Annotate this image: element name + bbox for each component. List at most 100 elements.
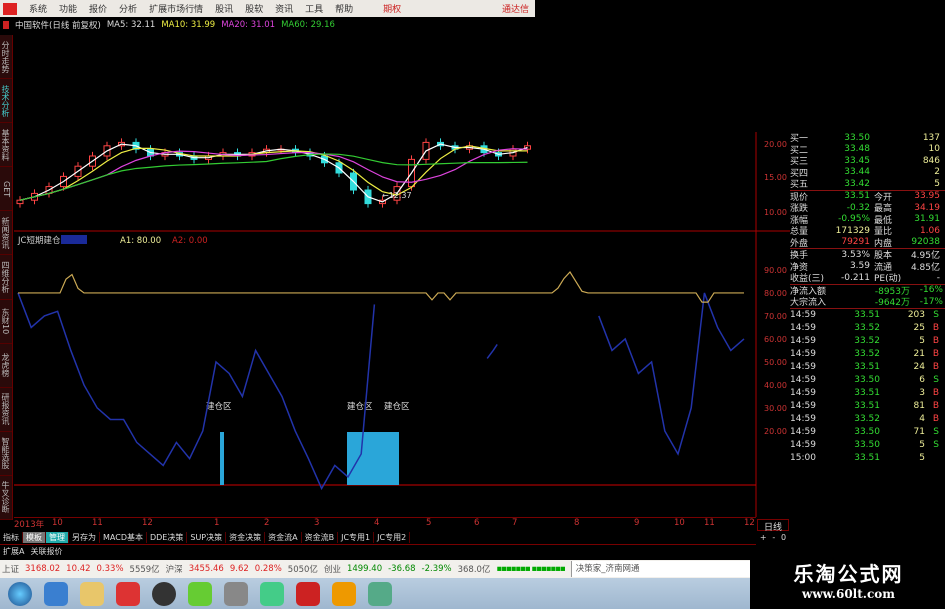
folder-icon[interactable] bbox=[80, 581, 104, 606]
news-ticker[interactable]: 决策家_济南网通 bbox=[570, 561, 750, 577]
tdx-icon[interactable] bbox=[296, 581, 320, 606]
sh-amount: 5559亿 bbox=[129, 565, 160, 575]
start-button-icon[interactable] bbox=[8, 581, 32, 606]
tick-side: B bbox=[932, 388, 939, 398]
app-icon-2[interactable] bbox=[368, 581, 392, 606]
tab-dongcai[interactable]: 东财10 bbox=[0, 300, 12, 344]
tab-technical[interactable]: 技术分析 bbox=[0, 79, 12, 124]
stat-row: 收益(三) -0.211 PE(动) - bbox=[790, 272, 945, 285]
zoom-in-button[interactable]: + bbox=[760, 533, 767, 545]
app-green-icon[interactable] bbox=[188, 581, 212, 606]
menu-info[interactable]: 资讯 bbox=[269, 2, 299, 15]
market-breadth-indicator: ▪▪▪▪▪▪▪ ▪▪▪▪▪▪▪ bbox=[496, 564, 565, 574]
tick-price: 33.52 bbox=[854, 336, 880, 346]
tab-diagnosis[interactable]: 牛叉诊断 bbox=[0, 476, 12, 521]
tab-news[interactable]: 新闻资讯 bbox=[0, 211, 12, 256]
indicator-tick: 20.00 bbox=[764, 427, 787, 436]
tick-side: B bbox=[932, 401, 939, 411]
indicator-tab[interactable]: 资金流A bbox=[265, 532, 302, 543]
tick-side: S bbox=[933, 427, 939, 437]
menu-stock-soft[interactable]: 股软 bbox=[239, 2, 269, 15]
indicator-tab[interactable]: MACD基本 bbox=[100, 532, 147, 543]
bid-row[interactable]: 买五 33.42 5 bbox=[790, 178, 945, 191]
tool-icon[interactable] bbox=[224, 581, 248, 606]
stat-value: 92038 bbox=[911, 237, 940, 248]
tab-intraday[interactable]: 分时走势 bbox=[0, 35, 12, 80]
chart-area[interactable]: ←12.37 JC短期建仓 A1: 80.00 A2: 0.00 建仓区 建仓区… bbox=[14, 32, 790, 517]
indicator-tab[interactable]: 模板 bbox=[23, 532, 46, 543]
bid-price: 33.45 bbox=[844, 155, 870, 166]
indicator-tab[interactable]: 指标 bbox=[0, 532, 23, 543]
extension-row: 扩展A 关联报价 bbox=[0, 546, 62, 558]
menu-stock-news[interactable]: 股讯 bbox=[209, 2, 239, 15]
tick-price: 33.51 bbox=[854, 388, 880, 398]
tab-dragon-tiger[interactable]: 龙虎榜 bbox=[0, 344, 12, 388]
stat-label: 收益(三) bbox=[790, 274, 825, 285]
tick-row: 14:59 33.50 5 S bbox=[790, 439, 945, 452]
tab-fundamentals[interactable]: 基本资料 bbox=[0, 123, 12, 168]
period-button[interactable]: 日线 bbox=[757, 519, 789, 533]
date-tick: 4 bbox=[374, 518, 380, 528]
stat-value: 1.06 bbox=[919, 225, 940, 236]
indicator-tick: 90.00 bbox=[764, 266, 787, 275]
tab-get[interactable]: GET bbox=[0, 167, 12, 212]
zoom-reset-button[interactable]: 0 bbox=[781, 533, 786, 545]
price-tick: 20.00 bbox=[764, 140, 787, 149]
menu-system[interactable]: 系统 bbox=[23, 2, 53, 15]
indicator-tab[interactable]: DDE决策 bbox=[147, 532, 188, 543]
indicator-tab[interactable]: 另存为 bbox=[69, 532, 100, 543]
stock-title: 中国软件(日线 前复权) bbox=[15, 21, 101, 31]
app-g-icon[interactable] bbox=[116, 581, 140, 606]
app-orange-icon[interactable] bbox=[332, 581, 356, 606]
hs-index: 3455.46 bbox=[188, 564, 224, 574]
tick-price: 33.50 bbox=[854, 427, 880, 437]
cy-index: 1499.40 bbox=[346, 564, 383, 574]
tick-side: B bbox=[932, 362, 939, 372]
tick-row: 14:59 33.52 4 B bbox=[790, 413, 945, 426]
indicator-name: JC短期建仓 bbox=[17, 235, 61, 246]
candle bbox=[16, 196, 24, 208]
tick-side: B bbox=[932, 349, 939, 359]
tick-time: 14:59 bbox=[790, 401, 816, 411]
sh-label: 上证 bbox=[2, 565, 20, 575]
tick-row: 14:59 33.51 81 B bbox=[790, 400, 945, 413]
indicator-line bbox=[486, 344, 498, 359]
menu-option[interactable]: 期权 bbox=[377, 2, 407, 15]
date-tick: 8 bbox=[574, 518, 580, 528]
tab-research[interactable]: 研报资讯 bbox=[0, 388, 12, 432]
menu-help[interactable]: 帮助 bbox=[329, 2, 359, 15]
app-icon[interactable] bbox=[260, 581, 284, 606]
ie-icon[interactable] bbox=[44, 581, 68, 606]
zoom-out-button[interactable]: - bbox=[772, 533, 775, 545]
tick-volume: 6 bbox=[919, 375, 925, 385]
menu-ext-market[interactable]: 扩展市场行情 bbox=[143, 2, 209, 15]
indicator-tick: 60.00 bbox=[764, 335, 787, 344]
app-logo-icon bbox=[3, 2, 17, 15]
indicator-tab[interactable]: JC专用2 bbox=[374, 532, 411, 543]
windows-taskbar bbox=[0, 578, 750, 609]
title-arrow-icon[interactable] bbox=[3, 21, 9, 29]
menu-quote[interactable]: 报价 bbox=[83, 2, 113, 15]
ext-a-tab[interactable]: 扩展A bbox=[3, 546, 24, 558]
indicator-selected-value bbox=[61, 235, 87, 244]
tick-side: B bbox=[932, 414, 939, 424]
flow-pct: -17% bbox=[919, 296, 943, 307]
indicator-tab[interactable]: 资金决策 bbox=[226, 532, 266, 543]
indicator-tab[interactable]: SUP决策 bbox=[187, 532, 227, 543]
qq-icon[interactable] bbox=[152, 581, 176, 606]
tab-smart-pick[interactable]: 智能选股 bbox=[0, 432, 12, 476]
tab-4d[interactable]: 四维分析 bbox=[0, 255, 12, 300]
date-tick: 3 bbox=[314, 518, 320, 528]
related-quote-tab[interactable]: 关联报价 bbox=[30, 546, 62, 558]
indicator-tab[interactable]: 资金流B bbox=[302, 532, 339, 543]
tick-price: 33.51 bbox=[854, 401, 880, 411]
indicator-tab[interactable]: JC专用1 bbox=[338, 532, 375, 543]
stat-label: PE(动) bbox=[874, 274, 902, 285]
bid-volume: 2 bbox=[934, 167, 940, 178]
price-tick: 10.00 bbox=[764, 208, 787, 217]
date-tick: 12 bbox=[744, 518, 755, 528]
menu-analysis[interactable]: 分析 bbox=[113, 2, 143, 15]
indicator-tab[interactable]: 管理 bbox=[46, 532, 69, 543]
menu-function[interactable]: 功能 bbox=[53, 2, 83, 15]
menu-tools[interactable]: 工具 bbox=[299, 2, 329, 15]
